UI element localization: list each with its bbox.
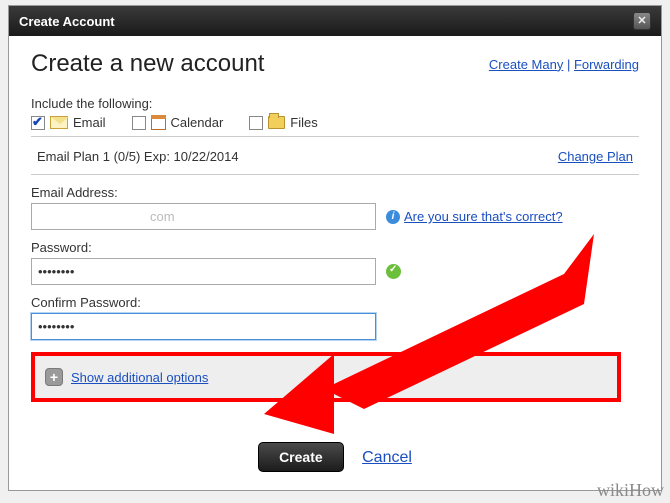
dialog-footer: Create Cancel [9, 430, 661, 490]
close-icon[interactable]: ✕ [633, 12, 651, 30]
include-email: Email [31, 115, 106, 130]
envelope-icon [50, 116, 68, 129]
password-row [31, 258, 639, 285]
files-checkbox[interactable] [249, 116, 263, 130]
window-title: Create Account [19, 14, 115, 29]
show-additional-options-link[interactable]: Show additional options [71, 370, 208, 385]
email-label: Email Address: [31, 185, 639, 200]
plus-icon[interactable]: + [45, 368, 63, 386]
cancel-link[interactable]: Cancel [362, 449, 412, 466]
email-field[interactable] [31, 203, 376, 230]
folder-icon [268, 116, 285, 129]
include-label: Include the following: [31, 96, 639, 111]
email-correct-link[interactable]: Are you sure that's correct? [404, 209, 563, 224]
header-links: Create Many | Forwarding [489, 57, 639, 72]
confirm-password-field[interactable] [31, 313, 376, 340]
include-files: Files [249, 115, 317, 130]
titlebar: Create Account ✕ [9, 6, 661, 36]
password-label: Password: [31, 240, 639, 255]
calendar-icon [151, 115, 166, 130]
include-calendar: Calendar [132, 115, 224, 130]
include-row: Email Calendar Files [31, 115, 639, 137]
calendar-checkbox[interactable] [132, 116, 146, 130]
header-row: Create a new account Create Many | Forwa… [31, 50, 639, 78]
password-field[interactable] [31, 258, 376, 285]
include-email-label: Email [73, 115, 106, 130]
dialog-content: Create a new account Create Many | Forwa… [9, 36, 661, 430]
watermark: wikiHow [597, 480, 664, 501]
confirm-label: Confirm Password: [31, 295, 639, 310]
email-checkbox[interactable] [31, 116, 45, 130]
create-many-link[interactable]: Create Many [489, 57, 563, 72]
confirm-row [31, 313, 639, 340]
link-separator: | [567, 57, 574, 72]
plan-text: Email Plan 1 (0/5) Exp: 10/22/2014 [37, 149, 239, 164]
checkmark-icon [386, 264, 401, 279]
include-calendar-label: Calendar [171, 115, 224, 130]
email-hint: i Are you sure that's correct? [386, 209, 563, 224]
page-title: Create a new account [31, 50, 264, 78]
create-button[interactable]: Create [258, 442, 344, 472]
include-files-label: Files [290, 115, 317, 130]
forwarding-link[interactable]: Forwarding [574, 57, 639, 72]
info-icon: i [386, 210, 400, 224]
create-account-dialog: Create Account ✕ Create a new account Cr… [8, 5, 662, 491]
change-plan-link[interactable]: Change Plan [558, 149, 633, 164]
plan-row: Email Plan 1 (0/5) Exp: 10/22/2014 Chang… [31, 139, 639, 175]
additional-options-box: + Show additional options [31, 352, 621, 402]
email-row: i Are you sure that's correct? [31, 203, 639, 230]
